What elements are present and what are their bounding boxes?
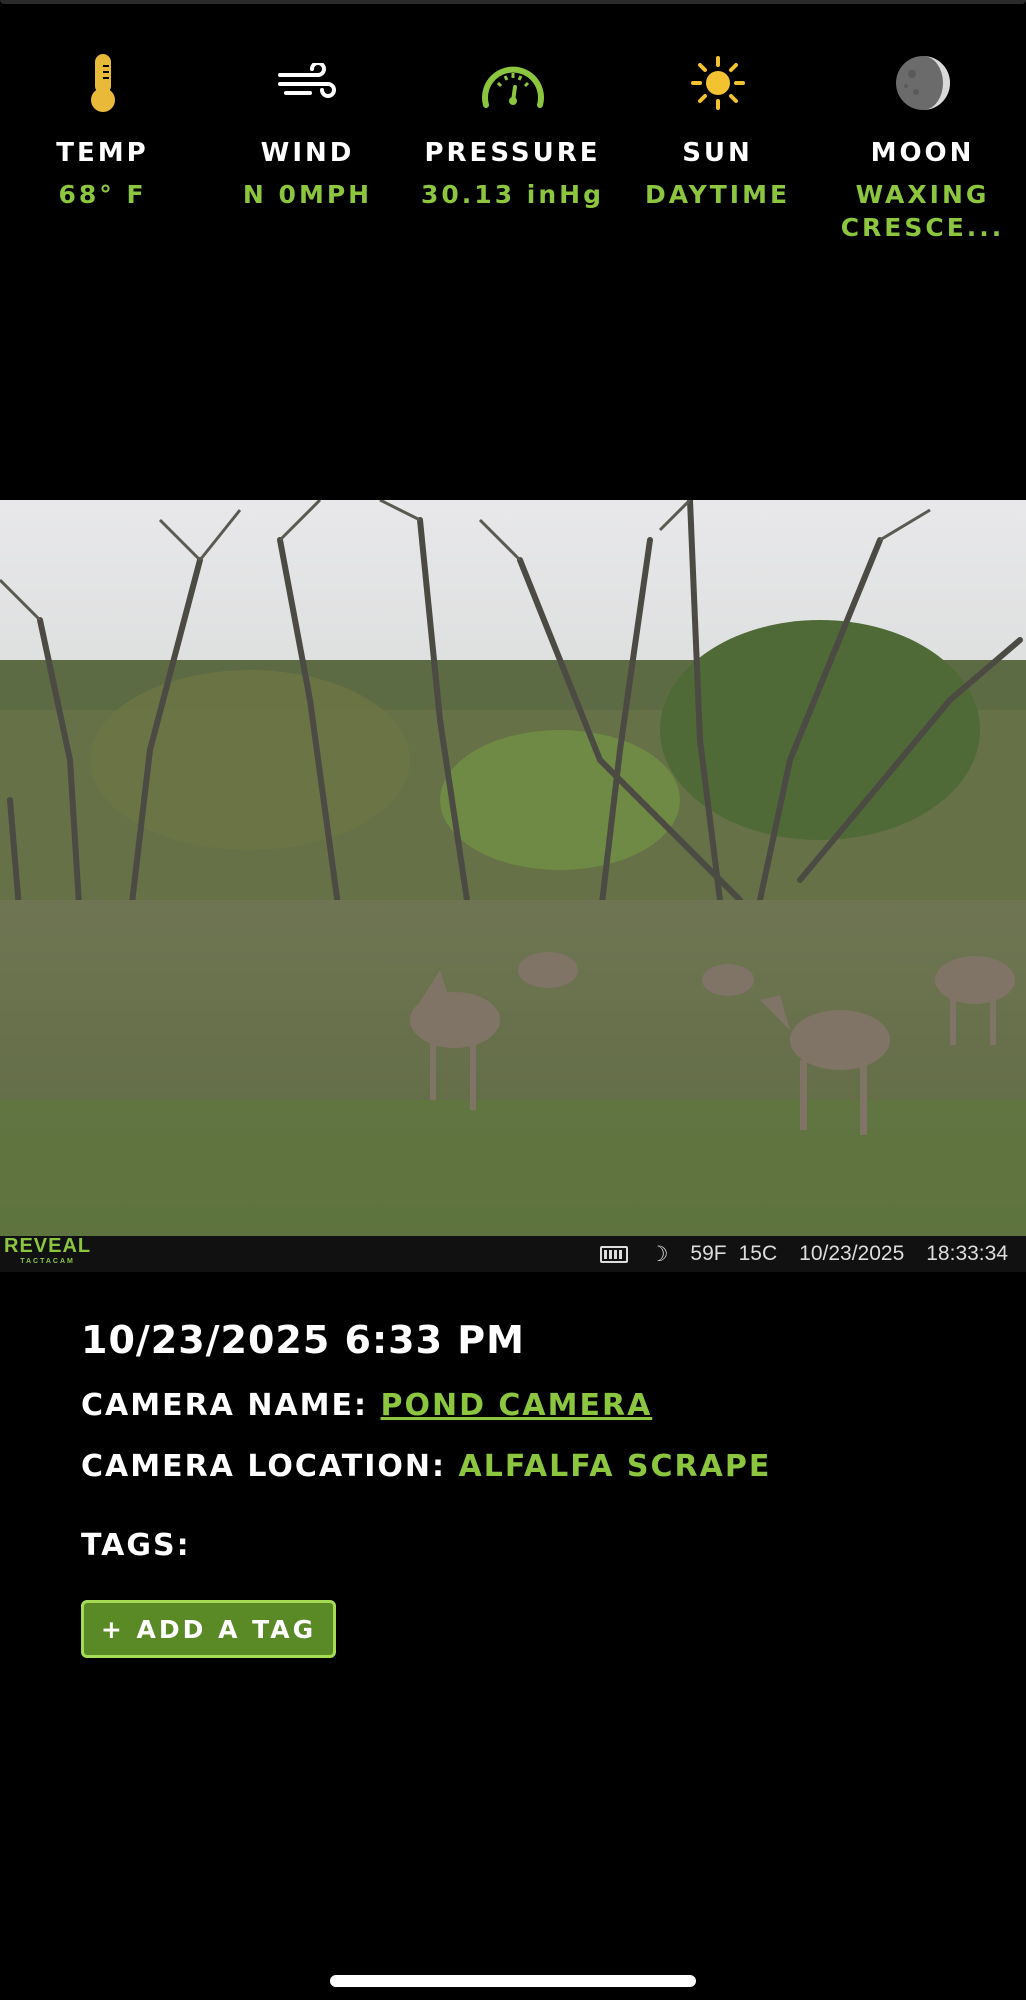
trail-camera-photo[interactable]: REVEAL TACTACAM ☽ 59F 15C 10/23/2025 18:… <box>0 500 1026 1272</box>
temp-value: 68° F <box>58 180 147 209</box>
conditions-row: TEMP 68° F WIND N 0MPH PRESSURE 30.13 in… <box>0 48 1026 268</box>
stamp-temp-c: 15C <box>738 1242 778 1265</box>
photo-scene <box>0 500 1026 1236</box>
camera-name-link[interactable]: POND CAMERA <box>380 1388 652 1423</box>
moon-icon <box>820 48 1025 118</box>
home-indicator[interactable] <box>330 1975 696 1987</box>
camera-location-value: ALFALFA SCRAPE <box>458 1449 772 1484</box>
condition-sun: SUN DAYTIME <box>615 48 820 211</box>
camera-location-label: CAMERA LOCATION: <box>81 1449 447 1484</box>
condition-pressure: PRESSURE 30.13 inHg <box>410 48 615 211</box>
stamp-time: 18:33:34 <box>926 1242 1008 1265</box>
camera-location-row: CAMERA LOCATION: ALFALFA SCRAPE <box>81 1449 981 1484</box>
wind-value: N 0MPH <box>242 180 373 209</box>
top-edge <box>0 0 1026 4</box>
temp-label: TEMP <box>56 138 149 168</box>
pressure-value: 30.13 inHg <box>421 180 604 209</box>
camera-stamp-bar: REVEAL TACTACAM ☽ 59F 15C 10/23/2025 18:… <box>0 1236 1026 1272</box>
condition-wind: WIND N 0MPH <box>205 48 410 211</box>
moon-value: WAXING CRESCE... <box>840 180 1005 242</box>
pressure-label: PRESSURE <box>424 138 601 168</box>
condition-temp: TEMP 68° F <box>0 48 205 211</box>
battery-icon <box>599 1245 628 1263</box>
gauge-icon <box>410 48 615 118</box>
photo-stamp: ☽ 59F 15C 10/23/2025 18:33:34 <box>599 1236 1008 1272</box>
thermometer-icon <box>0 48 205 118</box>
stamp-temp-f: 59F <box>690 1242 727 1265</box>
condition-moon: MOON WAXING CRESCE... <box>820 48 1025 244</box>
sun-value: DAYTIME <box>644 180 791 209</box>
sun-icon <box>615 48 820 118</box>
camera-name-row: CAMERA NAME: POND CAMERA <box>81 1388 981 1423</box>
brand-logo: REVEAL TACTACAM <box>4 1236 91 1270</box>
photo-details: 10/23/2025 6:33 PM CAMERA NAME: POND CAM… <box>81 1318 981 1563</box>
photo-datetime: 10/23/2025 6:33 PM <box>81 1318 525 1362</box>
camera-name-label: CAMERA NAME: <box>81 1388 369 1423</box>
moon-label: MOON <box>870 138 975 168</box>
wind-label: WIND <box>260 138 355 168</box>
moon-phase-icon: ☽ <box>649 1242 669 1266</box>
wind-icon <box>205 48 410 118</box>
add-tag-button[interactable]: + ADD A TAG <box>81 1600 336 1658</box>
stamp-date: 10/23/2025 <box>799 1242 905 1265</box>
sun-label: SUN <box>682 138 753 168</box>
tags-label: TAGS: <box>81 1528 191 1563</box>
